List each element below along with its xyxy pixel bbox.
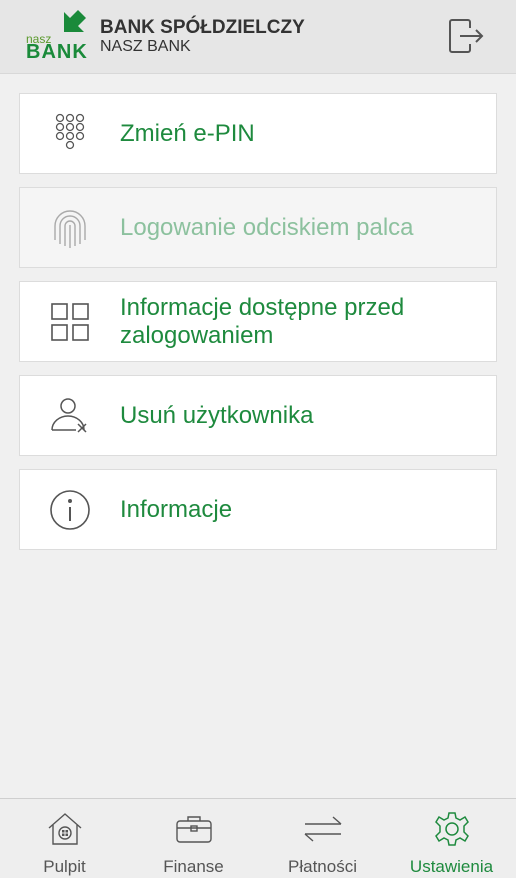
tab-label: Pulpit [43,857,86,876]
menu-item-label: Informacje dostępne przed zalogowaniem [120,293,405,349]
grid-icon [51,302,89,341]
fingerprint-icon [54,209,86,248]
menu-item-label: Logowanie odciskiem palca [120,213,414,241]
tab-ustawienia[interactable]: Ustawienia [387,799,516,878]
remove-user-icon [51,397,87,433]
bank-logo: nasz BANK [24,8,88,63]
settings-menu: Zmień e-PIN Logowanie odciskiem palca In… [19,93,497,563]
menu-item-information[interactable]: Informacje [19,469,497,550]
tab-platnosci[interactable]: Płatności [258,799,387,878]
bank-subtitle: NASZ BANK [100,38,191,55]
transfer-icon [304,816,341,842]
menu-item-remove-user[interactable]: Usuń użytkownika [19,375,497,456]
bank-name: BANK SPÓŁDZIELCZY [100,17,305,38]
menu-item-label: Informacje [120,495,233,523]
menu-item-label: Usuń użytkownika [120,401,314,429]
home-icon [48,813,81,845]
tab-label: Ustawienia [409,857,494,876]
keypad-icon [55,113,85,149]
menu-item-pre-login-info[interactable]: Informacje dostępne przed zalogowaniem [19,281,497,362]
app-header: nasz BANK BANK SPÓŁDZIELCZY NASZ BANK [0,0,516,74]
gear-icon [434,812,469,846]
logout-button[interactable] [444,14,488,58]
info-icon [50,489,90,530]
bottom-tab-bar: Pulpit Finanse Płatności Ustawienia [0,798,516,878]
menu-item-change-epin[interactable]: Zmień e-PIN [19,93,497,174]
tab-pulpit[interactable]: Pulpit [0,799,129,878]
menu-item-fingerprint-login: Logowanie odciskiem palca [19,187,497,268]
logo-arrow-icon [64,10,86,32]
tab-label: Płatności [288,857,357,876]
logout-icon [449,19,484,53]
menu-item-label: Zmień e-PIN [120,119,255,147]
tab-label: Finanse [163,857,224,876]
bank-brand: BANK SPÓŁDZIELCZY NASZ BANK [100,18,305,56]
tab-finanse[interactable]: Finanse [129,799,258,878]
logo-text-bottom: BANK [26,41,88,63]
wallet-icon [175,816,212,843]
